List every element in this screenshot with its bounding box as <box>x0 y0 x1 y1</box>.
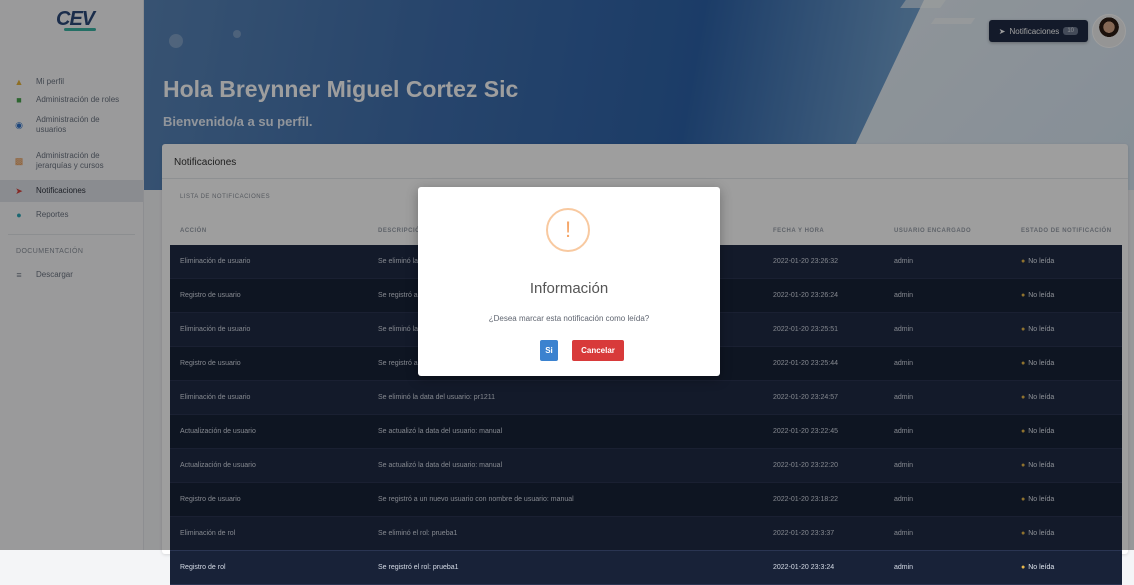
cell-status[interactable]: ● No leída <box>1011 550 1122 585</box>
cell-action: Registro de rol <box>170 550 368 585</box>
cancel-button[interactable]: Cancelar <box>572 340 624 361</box>
cell-datetime: 2022-01-20 23:3:24 <box>763 550 884 585</box>
dialog-message: ¿Desea marcar esta notificación como leí… <box>488 314 650 323</box>
cell-user: admin <box>884 550 1011 585</box>
confirm-button[interactable]: Si <box>540 340 558 361</box>
status-dot-icon: ● <box>1021 564 1026 571</box>
warning-icon: ! <box>546 208 590 252</box>
dialog-title: Información <box>529 280 609 297</box>
table-row[interactable]: Registro de rol Se registró el rol: prueb… <box>170 550 1122 585</box>
status-label: No leída <box>1028 564 1055 571</box>
cell-description: Se registró el rol: prueba1 <box>368 550 763 585</box>
confirmation-dialog: ! Información ¿Desea marcar esta notific… <box>418 187 720 376</box>
